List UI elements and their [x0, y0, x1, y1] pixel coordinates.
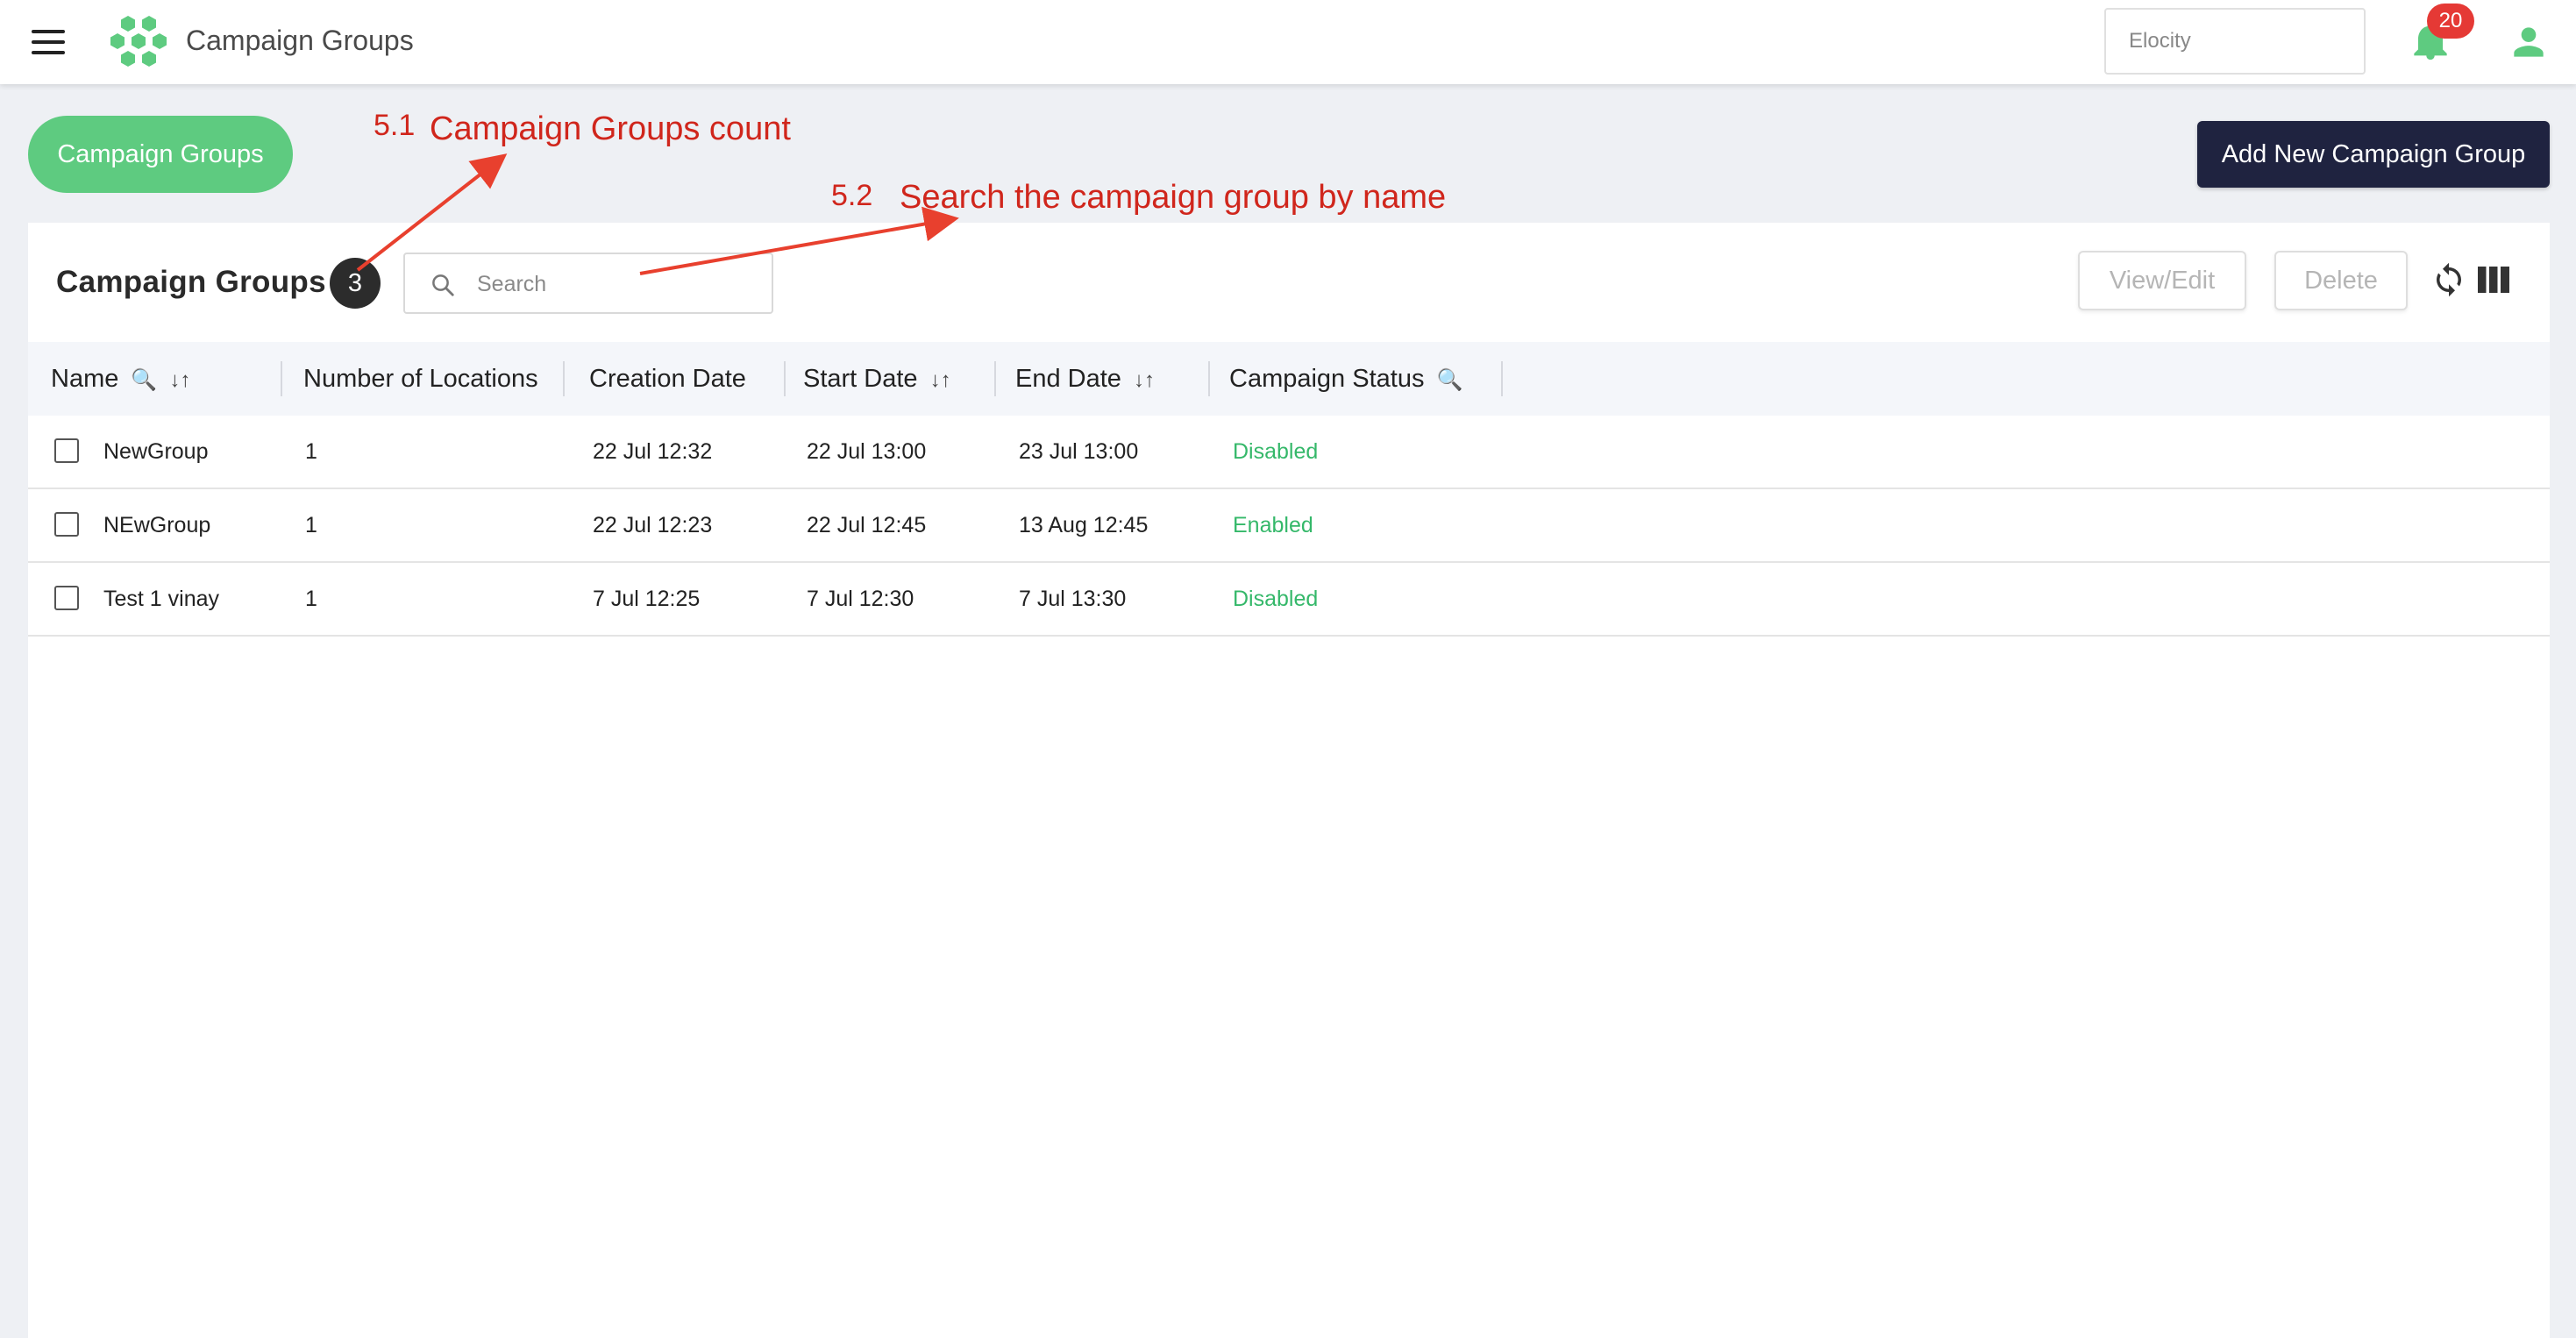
annotation-count-label: Campaign Groups count [430, 110, 791, 147]
cell-locations: 1 [305, 513, 317, 537]
cell-name: NewGroup [103, 439, 209, 464]
sort-icon[interactable]: ↓↑ [930, 368, 951, 392]
cell-creation-date: 7 Jul 12:25 [593, 587, 701, 611]
annotation-number-5-1: 5.1 [374, 109, 416, 142]
search-icon [432, 274, 454, 296]
search-input[interactable] [475, 265, 759, 303]
user-icon[interactable] [2511, 25, 2546, 60]
column-header-campaign-status[interactable]: Campaign Status 🔍 [1229, 342, 1503, 416]
column-header-locations: Number of Locations [303, 342, 565, 416]
annotation-number-5-2: 5.2 [831, 179, 873, 212]
cell-name: NEwGroup [103, 513, 211, 537]
column-header-creation-date: Creation Date [589, 342, 786, 416]
campaign-groups-pill-button[interactable]: Campaign Groups [28, 116, 293, 193]
refresh-icon[interactable] [2430, 261, 2467, 298]
cell-end-date: 13 Aug 12:45 [1019, 513, 1149, 537]
table-row[interactable]: NEwGroup 1 22 Jul 12:23 22 Jul 12:45 13 … [28, 489, 2550, 563]
cell-start-date: 7 Jul 12:30 [807, 587, 914, 611]
cell-locations: 1 [305, 439, 317, 464]
column-header-name[interactable]: Name 🔍 ↓↑ [51, 342, 282, 416]
columns-icon[interactable] [2478, 267, 2509, 293]
notification-count-badge: 20 [2427, 4, 2474, 39]
cell-creation-date: 22 Jul 12:32 [593, 439, 713, 464]
search-box[interactable] [403, 253, 773, 314]
column-header-start-date[interactable]: Start Date ↓↑ [803, 342, 996, 416]
top-bar: Campaign Groups Elocity 20 [0, 0, 2576, 84]
column-header-end-date[interactable]: End Date ↓↑ [1015, 342, 1210, 416]
cell-end-date: 7 Jul 13:30 [1019, 587, 1127, 611]
row-checkbox[interactable] [54, 586, 79, 610]
table-row[interactable]: Test 1 vinay 1 7 Jul 12:25 7 Jul 12:30 7… [28, 563, 2550, 637]
filter-search-icon[interactable]: 🔍 [131, 368, 157, 392]
filter-search-icon[interactable]: 🔍 [1437, 368, 1463, 392]
sort-icon[interactable]: ↓↑ [169, 368, 190, 392]
card-title: Campaign Groups [56, 265, 326, 299]
menu-icon[interactable] [32, 30, 65, 56]
delete-button[interactable]: Delete [2274, 251, 2408, 310]
row-checkbox[interactable] [54, 438, 79, 463]
count-badge: 3 [330, 258, 381, 309]
cell-start-date: 22 Jul 12:45 [807, 513, 927, 537]
cell-status: Disabled [1233, 587, 1319, 611]
table-header: Name 🔍 ↓↑ Number of Locations Creation D… [28, 342, 2550, 416]
app-title: Campaign Groups [186, 25, 414, 56]
cell-status: Disabled [1233, 439, 1319, 464]
organization-select[interactable]: Elocity [2104, 8, 2366, 75]
sort-icon[interactable]: ↓↑ [1134, 368, 1155, 392]
view-edit-button[interactable]: View/Edit [2078, 251, 2246, 310]
cell-creation-date: 22 Jul 12:23 [593, 513, 713, 537]
hexagon-logo-icon [110, 16, 167, 67]
cell-locations: 1 [305, 587, 317, 611]
cell-start-date: 22 Jul 13:00 [807, 439, 927, 464]
row-checkbox[interactable] [54, 512, 79, 537]
campaign-groups-card: Campaign Groups 3 View/Edit Delete Name … [28, 223, 2550, 1338]
cell-status: Enabled [1233, 513, 1313, 537]
annotation-search-label: Search the campaign group by name [900, 179, 1447, 216]
table-row[interactable]: NewGroup 1 22 Jul 12:32 22 Jul 13:00 23 … [28, 416, 2550, 489]
cell-name: Test 1 vinay [103, 587, 220, 611]
add-campaign-group-button[interactable]: Add New Campaign Group [2197, 121, 2550, 188]
cell-end-date: 23 Jul 13:00 [1019, 439, 1139, 464]
